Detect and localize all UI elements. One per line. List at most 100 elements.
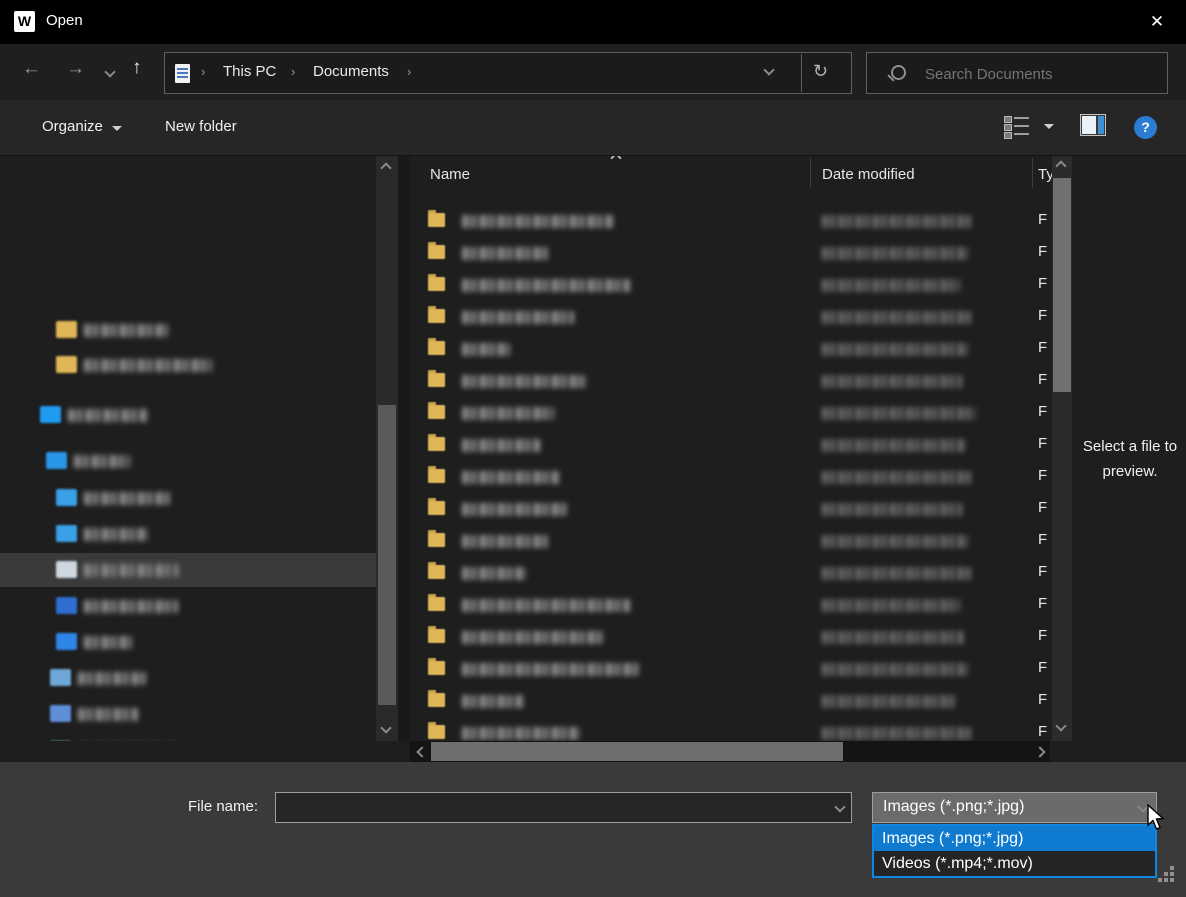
refresh-icon[interactable]: ↻ <box>813 61 828 82</box>
redacted-file-name <box>462 439 540 452</box>
sidebar-item[interactable] <box>0 517 376 551</box>
up-button[interactable]: ↑ <box>132 57 142 79</box>
sidebar-item[interactable] <box>0 313 376 347</box>
sidebar-item[interactable] <box>0 589 376 623</box>
file-row[interactable]: F <box>410 556 1052 588</box>
file-name-dropdown-chevron-icon[interactable] <box>834 801 845 812</box>
document-icon <box>175 64 190 83</box>
search-input[interactable] <box>923 61 1157 87</box>
file-row[interactable]: F <box>410 428 1052 460</box>
file-type-cell: F <box>1038 371 1047 388</box>
redacted-date-modified <box>822 247 968 260</box>
file-name-combobox[interactable] <box>275 792 852 823</box>
file-row[interactable]: F <box>410 588 1052 620</box>
horizontal-scrollbar[interactable] <box>410 741 1050 762</box>
folder-icon <box>428 309 445 323</box>
sidebar-item[interactable] <box>0 348 376 382</box>
column-header-type[interactable]: Ty <box>1038 166 1052 183</box>
sidebar-item[interactable] <box>0 733 376 741</box>
scroll-up-icon[interactable] <box>380 162 391 173</box>
organize-button[interactable]: Organize <box>42 118 103 135</box>
redacted-file-name <box>462 503 568 516</box>
file-type-cell: F <box>1038 467 1047 484</box>
file-type-cell: F <box>1038 627 1047 644</box>
file-row[interactable]: F <box>410 236 1052 268</box>
redacted-file-name <box>462 567 526 580</box>
preview-pane-button[interactable] <box>1080 114 1106 136</box>
redacted-file-name <box>462 375 588 388</box>
redacted-date-modified <box>822 695 956 708</box>
breadcrumb-documents[interactable]: Documents <box>313 63 389 80</box>
scroll-left-icon[interactable] <box>416 746 427 757</box>
horizontal-scroll-thumb[interactable] <box>431 742 843 761</box>
sidebar-item[interactable] <box>0 444 376 478</box>
file-row[interactable]: F <box>410 460 1052 492</box>
views-caret-icon[interactable] <box>1044 124 1054 129</box>
sort-ascending-icon <box>610 156 621 164</box>
folder-icon <box>428 597 445 611</box>
file-type-cell: F <box>1038 691 1047 708</box>
sidebar-item[interactable] <box>0 625 376 659</box>
breadcrumb-this-pc[interactable]: This PC <box>223 63 276 80</box>
forward-button[interactable]: → <box>66 58 85 80</box>
scroll-down-icon[interactable] <box>380 722 391 733</box>
file-row[interactable]: F <box>410 524 1052 556</box>
file-name-input[interactable] <box>282 797 826 819</box>
column-divider[interactable] <box>1032 158 1033 188</box>
file-row[interactable]: F <box>410 620 1052 652</box>
help-button[interactable]: ? <box>1134 116 1157 139</box>
folder-icon <box>428 629 445 643</box>
change-view-button[interactable] <box>1004 116 1030 138</box>
search-box[interactable] <box>866 52 1168 94</box>
breadcrumb-chevron-icon: › <box>291 64 295 79</box>
redacted-date-modified <box>822 215 972 228</box>
redacted-label <box>84 636 132 649</box>
column-header-name[interactable]: Name <box>430 166 470 183</box>
list-scrollbar[interactable] <box>1052 156 1072 741</box>
file-type-cell: F <box>1038 595 1047 612</box>
file-row[interactable]: F <box>410 364 1052 396</box>
file-type-option-list: Images (*.png;*.jpg)Videos (*.mp4;*.mov) <box>872 824 1157 878</box>
file-row[interactable]: F <box>410 684 1052 716</box>
scroll-right-icon[interactable] <box>1034 746 1045 757</box>
sidebar-scrollbar[interactable] <box>376 156 398 741</box>
file-row[interactable]: F <box>410 716 1052 741</box>
scroll-up-icon[interactable] <box>1055 160 1066 171</box>
column-divider[interactable] <box>810 158 811 188</box>
file-row[interactable]: F <box>410 652 1052 684</box>
sidebar-item-selected[interactable] <box>0 553 376 587</box>
redacted-date-modified <box>822 471 972 484</box>
new-folder-button[interactable]: New folder <box>165 118 237 135</box>
sidebar-item[interactable] <box>0 398 376 432</box>
close-button[interactable]: ✕ <box>1128 0 1186 44</box>
navigation-bar: ← → ↑ › This PC › Documents › ↻ <box>0 44 1186 100</box>
address-dropdown-chevron-icon[interactable] <box>763 64 774 75</box>
column-header-date-modified[interactable]: Date modified <box>822 166 915 183</box>
sidebar-scroll-thumb[interactable] <box>378 405 396 705</box>
address-bar[interactable]: › This PC › Documents › ↻ <box>164 52 852 94</box>
list-scroll-thumb[interactable] <box>1053 178 1071 392</box>
file-row[interactable]: F <box>410 332 1052 364</box>
file-row[interactable]: F <box>410 268 1052 300</box>
file-row[interactable]: F <box>410 492 1052 524</box>
redacted-label <box>84 324 168 337</box>
folder-icon <box>428 533 445 547</box>
resize-grip-icon[interactable] <box>1158 866 1174 882</box>
file-row[interactable]: F <box>410 300 1052 332</box>
sidebar-item[interactable] <box>0 661 376 695</box>
file-type-option[interactable]: Images (*.png;*.jpg) <box>874 826 1155 851</box>
breadcrumb-chevron-icon: › <box>407 64 411 79</box>
redacted-file-name <box>462 727 580 740</box>
scroll-down-icon[interactable] <box>1055 720 1066 731</box>
sidebar-item[interactable] <box>0 697 376 731</box>
back-button[interactable]: ← <box>22 58 41 80</box>
file-type-dropdown-button[interactable]: Images (*.png;*.jpg) <box>872 792 1157 823</box>
file-row[interactable]: F <box>410 204 1052 236</box>
file-row[interactable]: F <box>410 396 1052 428</box>
sidebar-item[interactable] <box>0 481 376 515</box>
redacted-date-modified <box>822 439 966 452</box>
file-type-option[interactable]: Videos (*.mp4;*.mov) <box>874 851 1155 876</box>
recent-locations-chevron-icon[interactable] <box>104 66 115 77</box>
cloud-icon <box>40 406 61 423</box>
redacted-date-modified <box>822 567 972 580</box>
